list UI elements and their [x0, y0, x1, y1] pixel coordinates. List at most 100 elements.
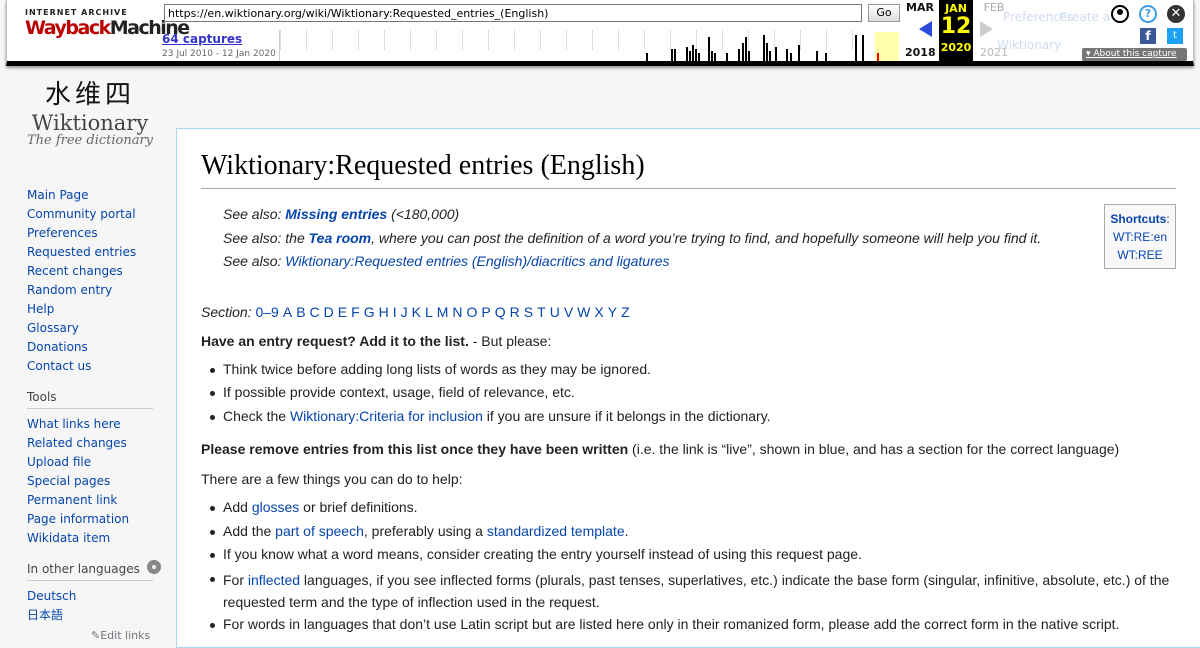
facebook-icon[interactable]: f — [1140, 28, 1156, 44]
next-month[interactable]: FEB — [979, 1, 1009, 14]
gear-icon[interactable] — [147, 560, 161, 574]
wayback-captures-link[interactable]: 64 captures — [162, 32, 242, 46]
sidebar-item-deutsch[interactable]: Deutsch — [27, 587, 167, 606]
sidebar-item-what-links-here[interactable]: What links here — [27, 415, 167, 434]
section-letter-link[interactable]: T — [537, 304, 546, 320]
section-letter-link[interactable]: U — [550, 304, 560, 320]
sparkline-year-divider — [566, 30, 567, 50]
current-capture-date: JAN 12 2020 — [939, 0, 973, 61]
prev-month[interactable]: MAR — [905, 1, 935, 14]
sparkline-year-divider — [410, 30, 411, 50]
sparkline-year-divider — [306, 30, 307, 50]
sparkline-year-divider — [280, 30, 281, 50]
sparkline-year-divider — [358, 30, 359, 50]
close-icon[interactable]: ✕ — [1167, 5, 1185, 23]
sidebar-item-permanent-link[interactable]: Permanent link — [27, 491, 167, 510]
site-logo[interactable]: 水维四 Wiktionary The free dictionary — [20, 64, 160, 164]
shortcuts-box: Shortcuts: WT:RE:en WT:REE — [1104, 204, 1176, 269]
glosses-link[interactable]: glosses — [252, 499, 299, 515]
section-letter-link[interactable]: D — [324, 304, 334, 320]
help-intro: There are a few things you can do to hel… — [201, 471, 463, 487]
section-letter-link[interactable]: 0–9 — [255, 304, 278, 320]
section-letter-link[interactable]: Y — [608, 304, 617, 320]
sidebar-item-special-pages[interactable]: Special pages — [27, 472, 167, 491]
diacritics-link[interactable]: Wiktionary:Requested entries (English)/d… — [285, 253, 669, 269]
section-letter-link[interactable]: O — [467, 304, 478, 320]
sidebar-item-preferences[interactable]: Preferences — [27, 224, 167, 243]
section-letter-link[interactable]: F — [351, 304, 360, 320]
sidebar-item-japanese[interactable]: 日本語 — [27, 606, 167, 625]
section-letter-link[interactable]: E — [338, 304, 347, 320]
section-letter-link[interactable]: M — [437, 304, 449, 320]
sparkline-bar — [646, 53, 648, 61]
section-letter-link[interactable]: C — [310, 304, 320, 320]
wayback-sparkline[interactable] — [279, 30, 899, 61]
sidebar-item-random-entry[interactable]: Random entry — [27, 281, 167, 300]
about-capture-button[interactable]: ▾ About this capture — [1082, 48, 1187, 61]
next-arrow-icon — [980, 21, 993, 37]
wayback-logo[interactable]: INTERNET ARCHIVE WaybackMachine — [25, 8, 190, 50]
prev-year[interactable]: 2018 — [905, 46, 936, 59]
shortcut-link[interactable]: WT:RE:en — [1105, 228, 1175, 246]
criteria-for-inclusion-link[interactable]: Wiktionary:Criteria for inclusion — [290, 408, 483, 424]
sidebar-item-donations[interactable]: Donations — [27, 338, 167, 357]
section-letter-link[interactable]: J — [401, 304, 408, 320]
sidebar-item-wikidata-item[interactable]: Wikidata item — [27, 529, 167, 548]
list-item: Add glosses or brief definitions. — [210, 496, 1182, 520]
sidebar-item-requested-entries[interactable]: Requested entries — [27, 243, 167, 262]
inflected-link[interactable]: inflected — [248, 572, 300, 588]
section-letter-link[interactable]: S — [524, 304, 533, 320]
part-of-speech-link[interactable]: part of speech — [275, 523, 364, 539]
entry-request-heading: Have an entry request? Add it to the lis… — [201, 332, 552, 349]
section-letter-link[interactable]: I — [393, 304, 397, 320]
nav-portal: Main Page Community portal Preferences R… — [27, 186, 167, 376]
tea-room-link[interactable]: Tea room — [309, 230, 372, 246]
sparkline-bar — [711, 51, 713, 61]
sparkline-year-divider — [696, 30, 697, 50]
sparkline-year-divider — [670, 30, 671, 50]
sidebar-item-upload-file[interactable]: Upload file — [27, 453, 167, 472]
wayback-go-button[interactable]: Go — [868, 4, 900, 22]
section-letter-link[interactable]: B — [296, 304, 305, 320]
sidebar-item-help[interactable]: Help — [27, 300, 167, 319]
section-letter-link[interactable]: H — [379, 304, 389, 320]
sidebar-item-contact-us[interactable]: Contact us — [27, 357, 167, 376]
missing-entries-link[interactable]: Missing entries — [285, 206, 387, 222]
list-item: If possible provide context, usage, fiel… — [210, 381, 1182, 405]
section-letter-link[interactable]: G — [364, 304, 375, 320]
section-letter-link[interactable]: L — [425, 304, 433, 320]
sidebar-item-glossary[interactable]: Glossary — [27, 319, 167, 338]
section-letter-link[interactable]: W — [577, 304, 590, 320]
section-letter-link[interactable]: R — [510, 304, 520, 320]
edit-links[interactable]: ✎Edit links — [27, 629, 167, 642]
sparkline-year-divider — [436, 30, 437, 50]
help-icon[interactable]: ? — [1139, 5, 1157, 23]
section-letter-link[interactable]: X — [594, 304, 603, 320]
list-item: If you know what a word means, consider … — [210, 543, 1182, 567]
prev-arrow-icon[interactable] — [919, 21, 932, 37]
shortcut-link[interactable]: WT:REE — [1105, 246, 1175, 264]
sidebar-item-community-portal[interactable]: Community portal — [27, 205, 167, 224]
sidebar-item-related-changes[interactable]: Related changes — [27, 434, 167, 453]
wayback-url-input[interactable] — [164, 4, 862, 22]
sparkline-year-divider — [800, 30, 801, 50]
standardized-template-link[interactable]: standardized template — [487, 523, 625, 539]
sparkline-bar — [695, 49, 697, 61]
sparkline-year-divider — [384, 30, 385, 50]
sparkline-bar — [708, 37, 710, 61]
sparkline-year-divider — [592, 30, 593, 50]
section-letter-link[interactable]: P — [481, 304, 490, 320]
section-letter-link[interactable]: Q — [495, 304, 506, 320]
current-year: 2020 — [940, 41, 972, 54]
sparkline-year-divider — [514, 30, 515, 50]
sidebar-item-page-information[interactable]: Page information — [27, 510, 167, 529]
section-letter-link[interactable]: A — [283, 304, 292, 320]
sidebar-item-main-page[interactable]: Main Page — [27, 186, 167, 205]
section-letter-link[interactable]: Z — [621, 304, 630, 320]
user-icon[interactable] — [1111, 5, 1129, 23]
twitter-icon[interactable]: t — [1167, 28, 1183, 44]
sidebar-item-recent-changes[interactable]: Recent changes — [27, 262, 167, 281]
section-letter-link[interactable]: N — [452, 304, 462, 320]
section-letter-link[interactable]: V — [564, 304, 573, 320]
section-letter-link[interactable]: K — [412, 304, 421, 320]
